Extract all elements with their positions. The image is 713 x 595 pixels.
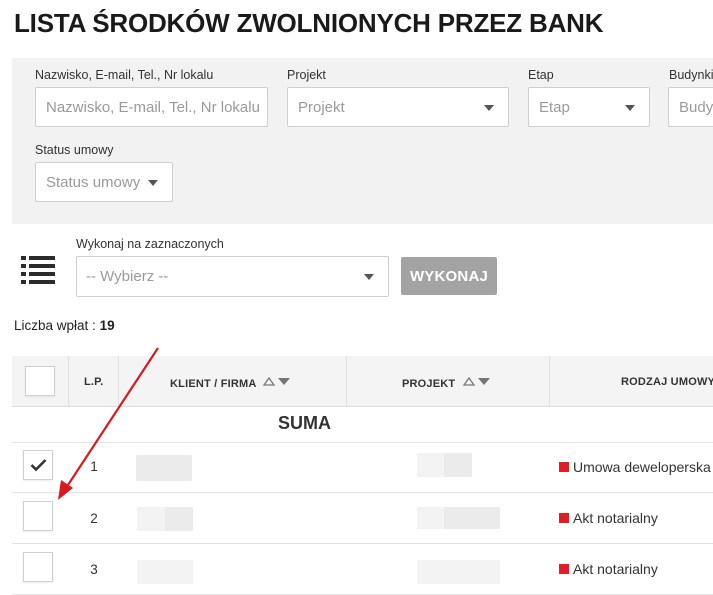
contract-status-select-value: Status umowy [46, 173, 141, 191]
stage-label: Etap [528, 68, 554, 82]
column-header-client-label: KLIENT / FIRMA [170, 378, 257, 390]
redacted-client [137, 507, 165, 531]
redacted-project [417, 560, 500, 584]
building-label: Budynki [669, 68, 713, 82]
chevron-down-icon [625, 105, 635, 111]
contract-type-label: Akt notarialny [573, 510, 658, 526]
column-header-client[interactable]: KLIENT / FIRMA [170, 376, 291, 390]
column-divider [68, 356, 69, 406]
redacted-project [417, 507, 444, 529]
row-lp: 3 [90, 562, 98, 577]
row-checkbox[interactable] [23, 501, 53, 531]
chevron-down-icon [484, 105, 494, 111]
column-divider [118, 356, 119, 406]
contract-type: Umowa deweloperska [559, 459, 711, 475]
row-lp: 2 [90, 511, 98, 526]
row-lp: 1 [90, 459, 98, 474]
column-divider [549, 356, 550, 406]
payments-count: Liczba wpłat : 19 [14, 318, 115, 333]
search-label: Nazwisko, E-mail, Tel., Nr lokalu [35, 68, 214, 82]
execute-button[interactable]: WYKONAJ [401, 257, 497, 295]
select-all-checkbox[interactable] [25, 366, 55, 396]
redacted-client [165, 507, 193, 531]
contract-status-select[interactable]: Status umowy [35, 162, 173, 202]
payments-count-label: Liczba wpłat : [14, 318, 96, 333]
project-select[interactable]: Projekt [287, 87, 509, 127]
contract-type: Akt notarialny [559, 561, 658, 577]
table-header: L.P. KLIENT / FIRMA PROJEKT RODZAJ UMOWY [12, 356, 713, 407]
list-icon[interactable] [21, 255, 55, 285]
column-divider [346, 356, 347, 406]
sort-icon[interactable] [462, 376, 491, 389]
search-field-box [35, 87, 268, 127]
chevron-down-icon [148, 180, 158, 186]
status-square-icon [559, 462, 569, 472]
column-header-project[interactable]: PROJEKT [402, 376, 491, 390]
bulk-action-select[interactable]: -- Wybierz -- [76, 256, 389, 297]
column-header-lp: L.P. [84, 376, 104, 388]
sort-icon[interactable] [263, 376, 291, 389]
filter-panel: Nazwisko, E-mail, Tel., Nr lokalu Projek… [12, 58, 713, 224]
contract-type-label: Umowa deweloperska [573, 459, 711, 475]
stage-select-value: Etap [539, 98, 570, 116]
status-square-icon [559, 513, 569, 523]
project-label: Projekt [287, 68, 326, 82]
building-select-value: Budy [679, 98, 713, 116]
bulk-action-select-value: -- Wybierz -- [86, 268, 169, 285]
building-select[interactable]: Budy [668, 87, 713, 127]
payments-count-value: 19 [99, 318, 115, 333]
contract-type-label: Akt notarialny [573, 561, 658, 577]
row-checkbox[interactable] [23, 552, 53, 582]
bulk-action-label: Wykonaj na zaznaczonych [76, 237, 224, 251]
checkmark-icon [30, 459, 47, 472]
stage-select[interactable]: Etap [528, 87, 650, 127]
redacted-project [444, 507, 500, 529]
page-title: LISTA ŚRODKÓW ZWOLNIONYCH PRZEZ BANK [14, 8, 604, 38]
redacted-project [417, 453, 444, 477]
row-checkbox[interactable] [23, 450, 53, 480]
contract-status-label: Status umowy [35, 143, 114, 157]
search-input[interactable] [46, 98, 267, 116]
chevron-down-icon [364, 274, 374, 280]
sum-label: SUMA [278, 413, 331, 433]
status-square-icon [559, 564, 569, 574]
project-select-value: Projekt [298, 98, 345, 116]
column-header-project-label: PROJEKT [402, 378, 456, 390]
column-header-contract-type: RODZAJ UMOWY [621, 376, 713, 388]
redacted-project [444, 453, 472, 477]
redacted-client [136, 455, 192, 481]
contract-type: Akt notarialny [559, 510, 658, 526]
redacted-client [137, 560, 193, 584]
sum-row [12, 406, 713, 443]
